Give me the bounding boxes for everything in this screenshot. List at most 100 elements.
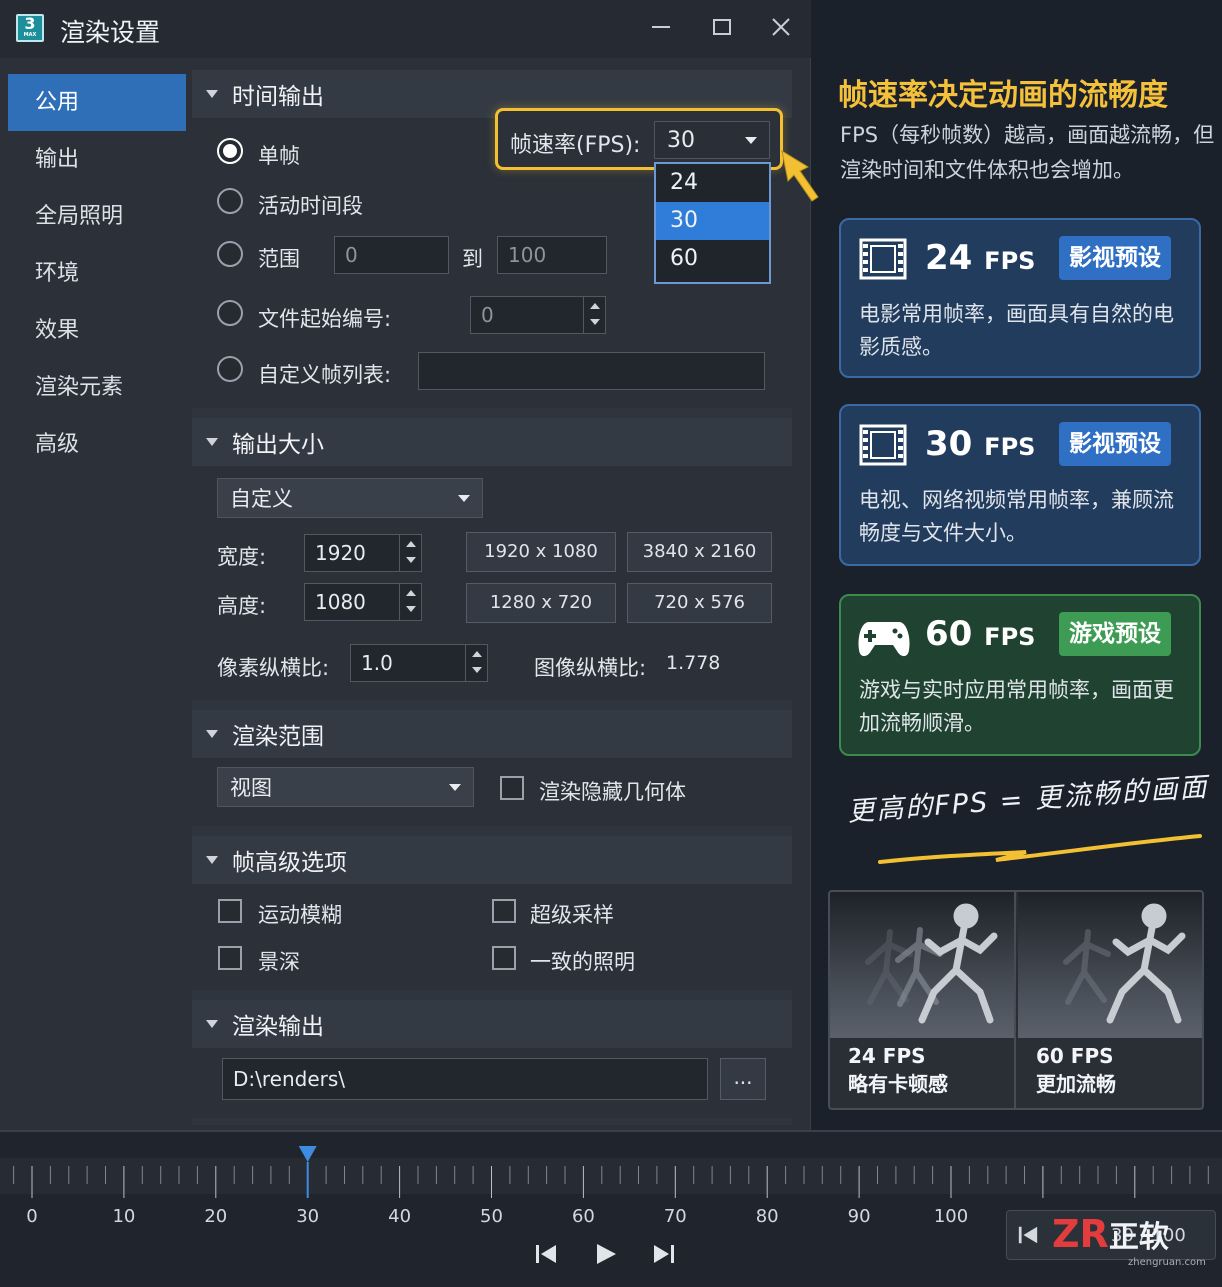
fps-select-value: 30 — [667, 127, 695, 153]
radio-custom-frames[interactable] — [217, 356, 243, 382]
frame-advanced-header[interactable]: 帧高级选项 — [192, 836, 792, 884]
info-description: FPS（每秒帧数）越高，画面越流畅，但渲染时间和文件体积也会增加。 — [840, 123, 1215, 182]
width-input[interactable]: 1920 — [304, 534, 422, 572]
maximize-icon — [713, 19, 731, 35]
output-path-input[interactable]: D:\renders\ — [222, 1058, 708, 1100]
radio-range[interactable] — [217, 241, 243, 267]
fps-card-60: 60 FPS 游戏预设 游戏与实时应用常用帧率，画面更加流畅顺滑。 — [839, 594, 1201, 756]
fps-option-60[interactable]: 60 — [656, 240, 769, 278]
fps-card-24: 24 FPS 影视预设 电影常用帧率，画面具有自然的电影质感。 — [839, 218, 1201, 378]
pixel-aspect-stepper[interactable] — [465, 645, 487, 681]
section-title: 时间输出 — [232, 84, 324, 110]
file-start-value: 0 — [481, 303, 494, 327]
chevron-down-icon — [449, 784, 461, 791]
consistent-lighting-checkbox[interactable] — [492, 946, 516, 970]
range-to-input[interactable]: 100 — [497, 236, 607, 274]
height-stepper[interactable] — [399, 584, 421, 620]
radio-file-start[interactable] — [217, 300, 243, 326]
chevron-down-icon — [458, 495, 470, 502]
sidebar-item-global-illumination[interactable]: 全局照明 — [8, 188, 186, 245]
card-fps-value: 24 FPS — [925, 238, 1036, 278]
preset-3840x2160-button[interactable]: 3840 x 2160 — [627, 532, 772, 572]
preset-1280x720-button[interactable]: 1280 x 720 — [466, 583, 616, 623]
pixel-aspect-value: 1.0 — [361, 651, 393, 675]
dof-checkbox[interactable] — [218, 946, 242, 970]
fps-option-24[interactable]: 24 — [656, 164, 769, 202]
radio-single-frame[interactable] — [217, 138, 243, 164]
spin-up-icon[interactable] — [400, 535, 421, 553]
spin-down-icon[interactable] — [466, 663, 487, 681]
goto-end-button[interactable] — [652, 1242, 676, 1270]
timeline-ruler[interactable] — [0, 1132, 1222, 1202]
spin-up-icon[interactable] — [400, 584, 421, 602]
spin-down-icon[interactable] — [400, 553, 421, 571]
preset-1920x1080-button[interactable]: 1920 x 1080 — [466, 532, 616, 572]
minimize-icon — [652, 26, 670, 28]
close-button[interactable] — [764, 12, 798, 42]
goto-start-button[interactable] — [534, 1242, 558, 1270]
spin-down-icon[interactable] — [400, 602, 421, 620]
film-icon — [859, 424, 907, 466]
app-logo-icon: 3 MAX — [16, 14, 44, 42]
motion-blur-checkbox[interactable] — [218, 899, 242, 923]
sidebar-item-render-elements[interactable]: 渲染元素 — [8, 359, 186, 416]
size-preset-select[interactable]: 自定义 — [217, 478, 483, 518]
close-icon — [772, 18, 790, 36]
radio-active-time[interactable] — [217, 188, 243, 214]
render-view-value: 视图 — [230, 776, 272, 800]
fps-option-30[interactable]: 30 — [656, 202, 769, 240]
supersampling-label: 超级采样 — [530, 903, 614, 927]
section-title: 渲染输出 — [232, 1014, 324, 1040]
custom-frames-input[interactable] — [418, 352, 765, 390]
render-output-header[interactable]: 渲染输出 — [192, 1000, 792, 1048]
spin-down-icon[interactable] — [584, 315, 605, 333]
sidebar-item-advanced[interactable]: 高级 — [8, 416, 186, 473]
play-icon — [597, 1244, 616, 1264]
collapse-arrow-icon — [206, 730, 218, 738]
width-stepper[interactable] — [399, 535, 421, 571]
spin-up-icon[interactable] — [466, 645, 487, 663]
card-badge: 游戏预设 — [1059, 612, 1171, 656]
dof-label: 景深 — [258, 950, 300, 974]
height-value: 1080 — [315, 590, 366, 614]
sidebar-item-output[interactable]: 输出 — [8, 131, 186, 188]
running-figure-image — [865, 903, 998, 1024]
maximize-button[interactable] — [705, 12, 739, 42]
render-settings-window: 3 MAX 渲染设置 公用 输出 全局照明 环境 效果 渲染元素 高级 时间输出 … — [0, 0, 811, 1130]
range-from-input[interactable]: 0 — [334, 236, 449, 274]
browse-button[interactable]: ... — [720, 1058, 766, 1100]
render-scope-header[interactable]: 渲染范围 — [192, 710, 792, 758]
sidebar-item-effects[interactable]: 效果 — [8, 302, 186, 359]
file-start-input[interactable]: 0 — [470, 296, 606, 334]
supersampling-checkbox[interactable] — [492, 899, 516, 923]
comparison-caption-24: 24 FPS 略有卡顿感 — [848, 1044, 948, 1096]
play-button[interactable] — [594, 1242, 618, 1270]
collapse-arrow-icon — [206, 438, 218, 446]
section-title: 渲染范围 — [232, 724, 324, 750]
height-input[interactable]: 1080 — [304, 583, 422, 621]
spin-up-icon[interactable] — [584, 297, 605, 315]
card-text: 游戏与实时应用常用帧率，画面更加流畅顺滑。 — [859, 678, 1174, 735]
sidebar-item-environment[interactable]: 环境 — [8, 245, 186, 302]
fps-card-30: 30 FPS 影视预设 电视、网络视频常用帧率，兼顾流畅度与文件大小。 — [839, 404, 1201, 566]
timeline-tick-label: 10 — [112, 1206, 136, 1227]
fps-select[interactable]: 30 — [654, 121, 770, 159]
sidebar-item-common[interactable]: 公用 — [8, 74, 186, 131]
skip-back-icon[interactable] — [1017, 1224, 1039, 1246]
render-view-select[interactable]: 视图 — [217, 767, 474, 807]
timeline-tick-label: 0 — [26, 1206, 38, 1227]
image-aspect-value: 1.778 — [666, 652, 721, 674]
hidden-geometry-checkbox[interactable] — [500, 776, 524, 800]
card-badge: 影视预设 — [1059, 422, 1171, 466]
render-scope-section: 渲染范围 视图 渲染隐藏几何体 — [192, 710, 792, 826]
output-size-header[interactable]: 输出大小 — [192, 418, 792, 466]
preset-720x576-button[interactable]: 720 x 576 — [627, 583, 772, 623]
card-text: 电影常用帧率，画面具有自然的电影质感。 — [859, 302, 1174, 359]
pixel-aspect-input[interactable]: 1.0 — [350, 644, 488, 682]
minimize-button[interactable] — [644, 12, 678, 42]
range-label: 范围 — [258, 247, 300, 271]
file-start-stepper[interactable] — [583, 297, 605, 333]
card-text: 电视、网络视频常用帧率，兼顾流畅度与文件大小。 — [859, 488, 1174, 545]
pixel-aspect-label: 像素纵横比: — [217, 656, 330, 680]
timeline-tick-label: 90 — [847, 1206, 871, 1227]
